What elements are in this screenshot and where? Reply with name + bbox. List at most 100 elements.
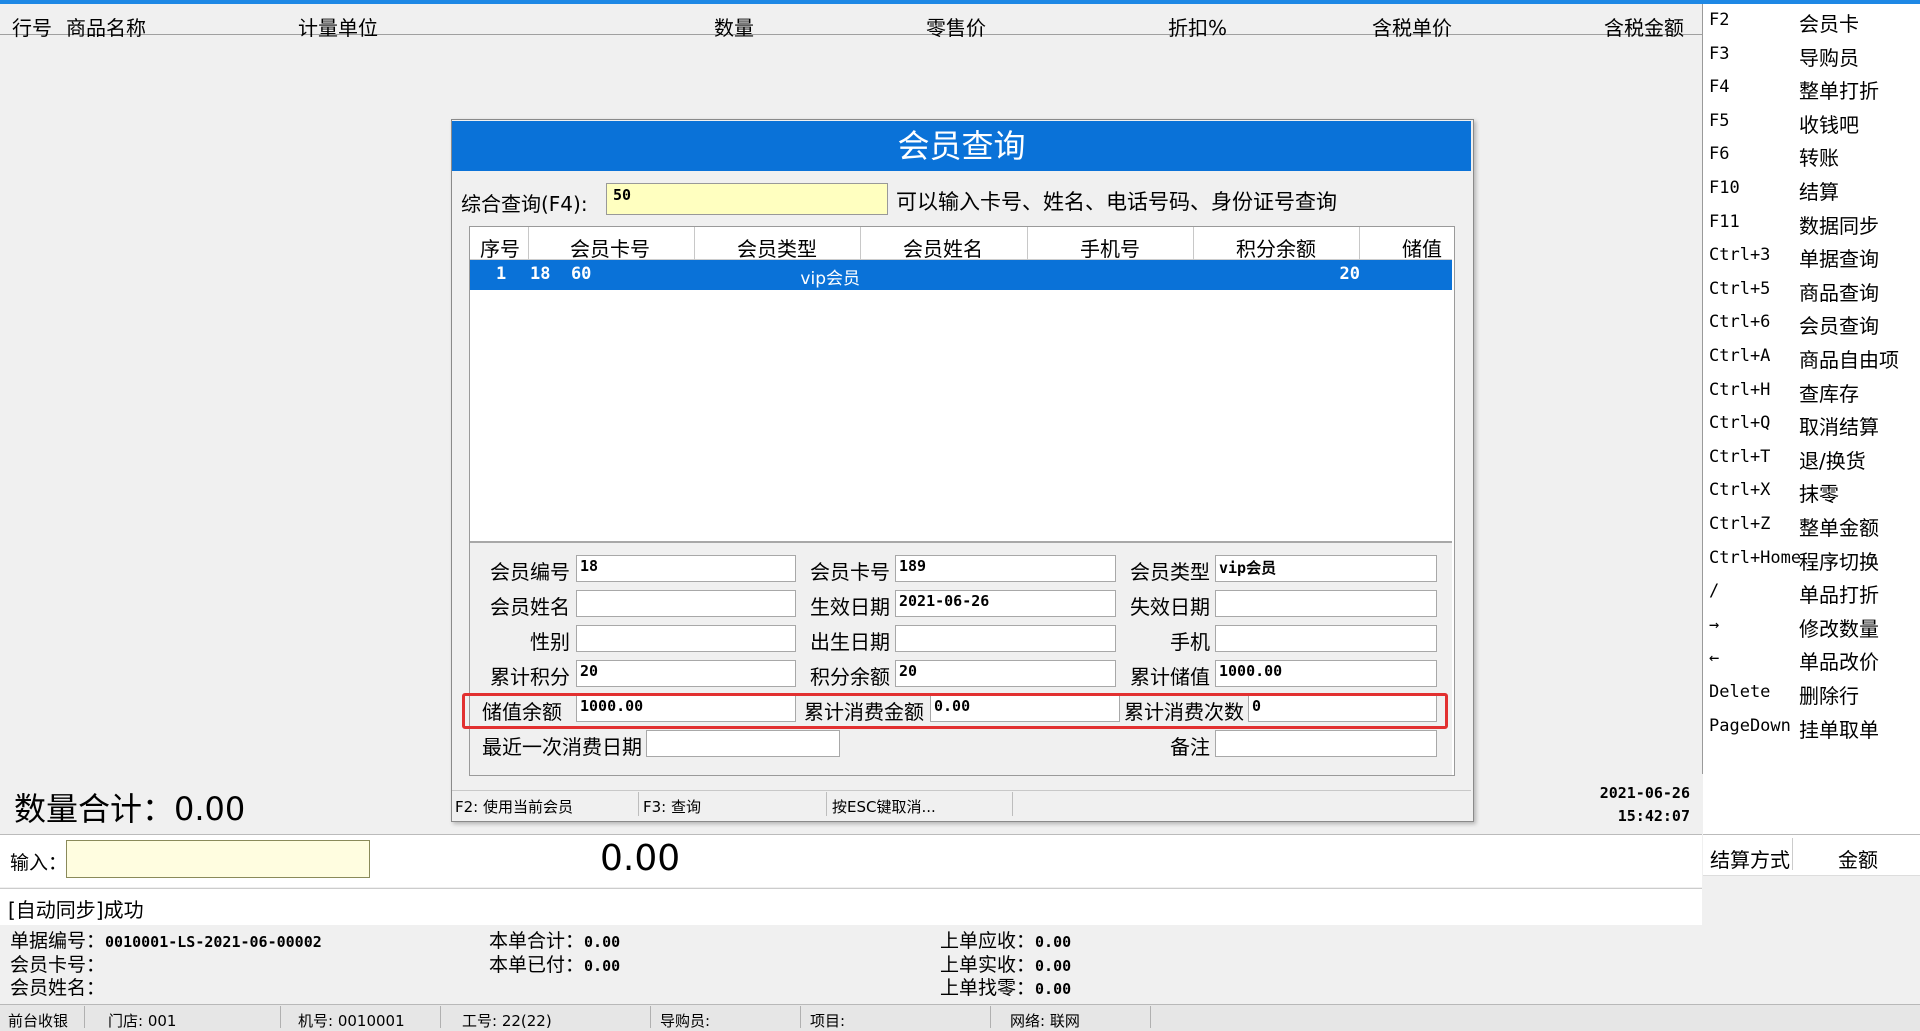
shortcut-item[interactable]: Ctrl+3 单据查询 [1703, 241, 1920, 275]
shortcut-label: 程序切换 [1799, 549, 1879, 574]
shortcut-item[interactable]: F6 转账 [1703, 140, 1920, 174]
shortcut-item[interactable]: Ctrl+X 抹零 [1703, 476, 1920, 510]
status-divider [990, 1006, 991, 1028]
status-bar [0, 1004, 1920, 1031]
col-mobile[interactable]: 手机号 [1080, 233, 1140, 259]
shortcut-item[interactable]: Delete 删除行 [1703, 678, 1920, 712]
status-divider [84, 1006, 85, 1028]
col-row-no[interactable]: 行号 [12, 12, 52, 41]
shortcut-label: 整单打折 [1799, 79, 1879, 104]
shortcut-label: 导购员 [1799, 45, 1859, 70]
gender-field[interactable] [576, 625, 796, 652]
shortcut-label: 取消结算 [1799, 415, 1879, 440]
shortcut-label: 单品改价 [1799, 650, 1879, 675]
total-points-field[interactable]: 20 [576, 660, 796, 687]
status-machine: 机号: 0010001 [298, 1012, 405, 1030]
status-worker: 工号: 22(22) [462, 1012, 552, 1030]
query-hint[interactable]: F3: 查询 [643, 796, 701, 817]
card-no-field[interactable]: 189 [895, 555, 1116, 582]
shortcut-item[interactable]: Ctrl+Z 整单金额 [1703, 510, 1920, 544]
shortcut-item[interactable]: PageDown 挂单取单 [1703, 712, 1920, 746]
col-tax-amount[interactable]: 含税金额 [1604, 12, 1684, 41]
shortcut-item[interactable]: Ctrl+6 会员查询 [1703, 308, 1920, 342]
shortcut-label: 会员查询 [1799, 314, 1879, 339]
doc-no: 单据编号：0010001-LS-2021-06-00002 [10, 930, 322, 952]
status-guide: 导购员: [660, 1012, 711, 1030]
shortcut-item[interactable]: / 单品打折 [1703, 577, 1920, 611]
shortcut-item[interactable]: F11 数据同步 [1703, 208, 1920, 242]
shortcut-key: / [1709, 581, 1720, 602]
col-discount[interactable]: 折扣% [1168, 12, 1227, 41]
member-name-label: 会员姓名 [490, 595, 570, 619]
shortcut-key: F2 [1709, 10, 1730, 30]
expire-date-field[interactable] [1215, 590, 1437, 617]
col-index[interactable]: 序号 [480, 233, 520, 259]
col-points[interactable]: 积分余额 [1236, 233, 1316, 259]
shortcut-label: 单品打折 [1799, 583, 1879, 608]
shortcut-key: Ctrl+X [1709, 480, 1771, 501]
points-balance-field[interactable]: 20 [895, 660, 1116, 687]
shortcut-item[interactable]: F3 导购员 [1703, 40, 1920, 74]
clock-time: 15:42:07 [1617, 807, 1690, 825]
col-stored-value[interactable]: 储值余 [1402, 233, 1452, 259]
shortcut-label: 挂单取单 [1799, 717, 1879, 742]
effective-date-label: 生效日期 [810, 595, 890, 619]
birth-date-field[interactable] [895, 625, 1116, 652]
highlight-box [462, 693, 1448, 729]
shortcut-item[interactable]: Ctrl+T 退/换货 [1703, 443, 1920, 477]
remark-label: 备注 [1170, 735, 1210, 759]
shortcut-key: Ctrl+6 [1709, 312, 1771, 333]
member-no-field[interactable]: 18 [576, 555, 796, 582]
total-stored-field[interactable]: 1000.00 [1215, 660, 1437, 687]
mobile-label: 手机 [1170, 630, 1210, 654]
effective-date-field[interactable]: 2021-06-26 [895, 590, 1116, 617]
card-no-label: 会员卡号 [810, 560, 890, 584]
shortcut-panel: F2 会员卡 F3 导购员 F4 整单打折 F5 收钱吧 F6 转账 F10 结算 F11 数据同步 Ctr… [1703, 4, 1920, 834]
col-qty[interactable]: 数量 [714, 12, 754, 41]
points-balance-label: 积分余额 [810, 665, 890, 689]
shortcut-item[interactable]: ← 单品改价 [1703, 644, 1920, 678]
col-unit[interactable]: 计量单位 [298, 12, 378, 41]
shortcut-item[interactable]: F5 收钱吧 [1703, 107, 1920, 141]
search-label: 综合查询(F4): [461, 192, 588, 216]
col-member-type[interactable]: 会员类型 [737, 233, 817, 259]
shortcut-item[interactable]: F2 会员卡 [1703, 6, 1920, 40]
esc-hint[interactable]: 按ESC键取消... [832, 796, 936, 817]
total-amount-display: 0.00 [600, 838, 681, 879]
barcode-input[interactable] [66, 840, 370, 878]
search-input[interactable]: 50 [606, 183, 888, 215]
col-item-name[interactable]: 商品名称 [66, 12, 146, 41]
shortcut-item[interactable]: Ctrl+Q 取消结算 [1703, 409, 1920, 443]
last-spend-field[interactable] [646, 730, 840, 757]
shortcut-key: F3 [1709, 43, 1730, 64]
search-hint: 可以输入卡号、姓名、电话号码、身份证号查询 [896, 190, 1337, 214]
shortcut-item[interactable]: → 修改数量 [1703, 611, 1920, 645]
member-name-field[interactable] [576, 590, 796, 617]
shortcut-key: F11 [1709, 211, 1740, 232]
shortcut-label: 结算 [1799, 180, 1839, 204]
remark-field[interactable] [1215, 730, 1437, 757]
shortcut-item[interactable]: Ctrl+A 商品自由项 [1703, 342, 1920, 376]
shortcut-key: Ctrl+Home [1709, 547, 1802, 568]
col-card-no[interactable]: 会员卡号 [570, 233, 650, 259]
mobile-field[interactable] [1215, 625, 1437, 652]
col-retail-price[interactable]: 零售价 [926, 12, 986, 41]
shortcut-item[interactable]: Ctrl+H 查库存 [1703, 376, 1920, 410]
status-mode: 前台收银 [8, 1012, 69, 1030]
row-points: 20 [1339, 264, 1360, 284]
member-type-field[interactable]: vip会员 [1215, 555, 1437, 582]
sync-status: [自动同步]成功 [8, 898, 144, 922]
total-points-label: 累计积分 [490, 665, 570, 689]
member-name-info: 会员姓名： [10, 977, 106, 999]
item-grid-header: 行号 商品名称 计量单位 数量 零售价 折扣% 含税单价 含税金额 [0, 4, 1702, 40]
shortcut-key: Ctrl+Q [1709, 413, 1771, 434]
shortcut-item[interactable]: Ctrl+5 商品查询 [1703, 275, 1920, 309]
col-tax-unit-price[interactable]: 含税单价 [1372, 12, 1452, 41]
col-member-name[interactable]: 会员姓名 [903, 233, 983, 259]
use-member-hint[interactable]: F2: 使用当前会员 [455, 796, 573, 817]
table-row[interactable]: 1 18 60 vip会员 20 [470, 260, 1452, 290]
shortcut-item[interactable]: F10 结算 [1703, 174, 1920, 208]
dialog-footer [452, 790, 1471, 819]
shortcut-item[interactable]: Ctrl+Home 程序切换 [1703, 544, 1920, 578]
shortcut-item[interactable]: F4 整单打折 [1703, 73, 1920, 107]
